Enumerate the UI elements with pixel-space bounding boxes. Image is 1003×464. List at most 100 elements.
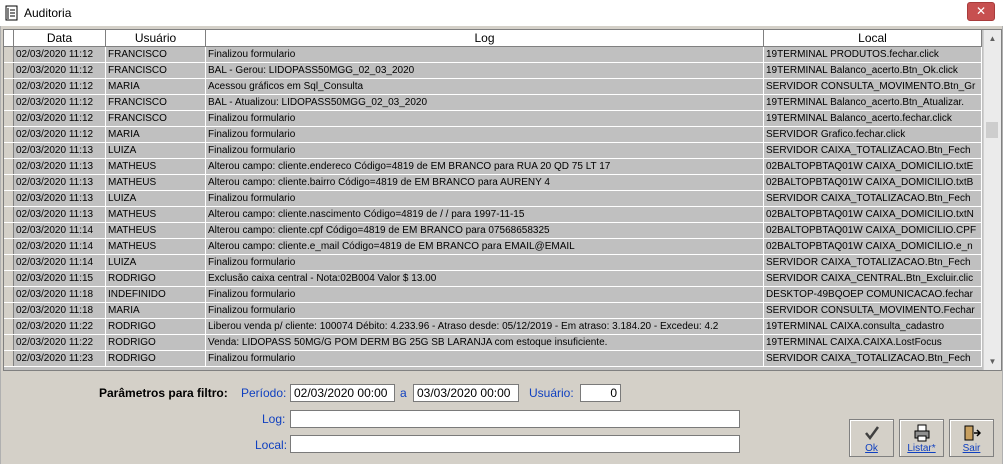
table-cell: MARIA (106, 79, 206, 94)
date-from-input[interactable]: 02/03/2020 00:00 (290, 384, 395, 402)
table-cell: Finalizou formulario (206, 303, 764, 318)
list-button[interactable]: Listar* (899, 419, 944, 457)
table-cell: Finalizou formulario (206, 111, 764, 126)
scroll-thumb[interactable] (986, 122, 998, 138)
table-cell: 02/03/2020 11:12 (14, 127, 106, 142)
table-cell: 02/03/2020 11:18 (14, 287, 106, 302)
row-indicator[interactable] (4, 191, 14, 206)
table-cell: SERVIDOR CONSULTA_MOVIMENTO.Btn_Gr (764, 79, 982, 94)
scroll-down-icon[interactable]: ▼ (984, 353, 1001, 370)
header-data[interactable]: Data (14, 30, 106, 47)
table-cell: RODRIGO (106, 335, 206, 350)
filter-title: Parâmetros para filtro: (99, 386, 228, 400)
table-row[interactable]: 02/03/2020 11:23 RODRIGO Finalizou formula… (4, 351, 982, 367)
table-row[interactable]: 02/03/2020 11:12 FRANCISCO Finalizou formu… (4, 111, 982, 127)
table-row[interactable]: 02/03/2020 11:18 MARIA Finalizou formulari… (4, 303, 982, 319)
table-cell: 19TERMINAL Balanco_acerto.Btn_Atualizar. (764, 95, 982, 110)
row-indicator[interactable] (4, 239, 14, 254)
user-input[interactable]: 0 (580, 384, 621, 402)
table-cell: MATHEUS (106, 175, 206, 190)
row-indicator[interactable] (4, 127, 14, 142)
table-cell: 02BALTOPBTAQ01W CAIXA_DOMICILIO.CPF (764, 223, 982, 238)
table-cell: 02/03/2020 11:12 (14, 79, 106, 94)
table-cell: SERVIDOR CAIXA_TOTALIZACAO.Btn_Fech (764, 143, 982, 158)
table-cell: 02/03/2020 11:18 (14, 303, 106, 318)
table-cell: SERVIDOR CAIXA_TOTALIZACAO.Btn_Fech (764, 351, 982, 366)
table-row[interactable]: 02/03/2020 11:12 FRANCISCO BAL - Gerou: LI… (4, 63, 982, 79)
checkmark-icon (864, 426, 879, 441)
title-bar: Auditoria ✕ (0, 0, 1003, 27)
log-label: Log: (262, 412, 286, 426)
row-indicator[interactable] (4, 255, 14, 270)
table-cell: 02BALTOPBTAQ01W CAIXA_DOMICILIO.txtN (764, 207, 982, 222)
row-indicator[interactable] (4, 47, 14, 62)
table-cell: 02/03/2020 11:12 (14, 47, 106, 62)
row-indicator[interactable] (4, 303, 14, 318)
row-indicator[interactable] (4, 319, 14, 334)
local-input[interactable] (290, 435, 740, 453)
row-indicator[interactable] (4, 223, 14, 238)
row-indicator[interactable] (4, 175, 14, 190)
table-cell: INDEFINIDO (106, 287, 206, 302)
table-cell: BAL - Gerou: LIDOPASS50MGG_02_03_2020 (206, 63, 764, 78)
ok-button[interactable]: Ok (849, 419, 894, 457)
table-row[interactable]: 02/03/2020 11:12 FRANCISCO Finalizou formu… (4, 47, 982, 63)
table-cell: 02/03/2020 11:14 (14, 223, 106, 238)
table-row[interactable]: 02/03/2020 11:22 RODRIGO Venda: LIDOPASS 5… (4, 335, 982, 351)
notebook-app-icon (5, 5, 18, 21)
table-row[interactable]: 02/03/2020 11:18 INDEFINIDO Finalizou form… (4, 287, 982, 303)
table-row[interactable]: 02/03/2020 11:13 MATHEUS Alterou campo: cl… (4, 159, 982, 175)
table-row[interactable]: 02/03/2020 11:22 RODRIGO Liberou venda p/ … (4, 319, 982, 335)
header-log[interactable]: Log (206, 30, 764, 47)
row-indicator[interactable] (4, 287, 14, 302)
row-indicator[interactable] (4, 111, 14, 126)
table-row[interactable]: 02/03/2020 11:13 MATHEUS Alterou campo: cl… (4, 175, 982, 191)
close-icon: ✕ (975, 4, 987, 18)
table-cell: 02/03/2020 11:13 (14, 175, 106, 190)
table-cell: LUIZA (106, 191, 206, 206)
table-cell: Finalizou formulario (206, 287, 764, 302)
row-indicator[interactable] (4, 63, 14, 78)
date-to-input[interactable]: 03/03/2020 00:00 (413, 384, 519, 402)
table-row[interactable]: 02/03/2020 11:13 MATHEUS Alterou campo: cl… (4, 207, 982, 223)
table-row[interactable]: 02/03/2020 11:12 MARIA Finalizou formulari… (4, 127, 982, 143)
row-indicator[interactable] (4, 143, 14, 158)
table-row[interactable]: 02/03/2020 11:12 MARIA Acessou gráficos em… (4, 79, 982, 95)
table-row[interactable]: 02/03/2020 11:14 MATHEUS Alterou campo: cl… (4, 239, 982, 255)
table-cell: Finalizou formulario (206, 191, 764, 206)
table-row[interactable]: 02/03/2020 11:15 RODRIGO Exclusão caixa ce… (4, 271, 982, 287)
table-cell: 19TERMINAL PRODUTOS.fechar.click (764, 47, 982, 62)
row-indicator[interactable] (4, 207, 14, 222)
row-indicator[interactable] (4, 95, 14, 110)
exit-button[interactable]: Sair (949, 419, 994, 457)
table-cell: 02/03/2020 11:13 (14, 143, 106, 158)
table-row[interactable]: 02/03/2020 11:13 LUIZA Finalizou formulari… (4, 143, 982, 159)
audit-grid[interactable]: Data Usuário Log Local 02/03/2020 11:12 F… (3, 29, 1002, 371)
row-indicator[interactable] (4, 271, 14, 286)
table-row[interactable]: 02/03/2020 11:13 LUIZA Finalizou formulari… (4, 191, 982, 207)
table-cell: 02/03/2020 11:12 (14, 95, 106, 110)
row-indicator[interactable] (4, 79, 14, 94)
table-cell: RODRIGO (106, 351, 206, 366)
header-usuario[interactable]: Usuário (106, 30, 206, 47)
table-cell: Exclusão caixa central - Nota:02B004 Val… (206, 271, 764, 286)
row-indicator[interactable] (4, 335, 14, 350)
table-row[interactable]: 02/03/2020 11:12 FRANCISCO BAL - Atualizou… (4, 95, 982, 111)
table-cell: 19TERMINAL Balanco_acerto.Btn_Ok.click (764, 63, 982, 78)
table-row[interactable]: 02/03/2020 11:14 MATHEUS Alterou campo: cl… (4, 223, 982, 239)
table-cell: Alterou campo: cliente.nascimento Código… (206, 207, 764, 222)
table-cell: RODRIGO (106, 319, 206, 334)
ok-button-label: Ok (865, 443, 878, 454)
scroll-up-icon[interactable]: ▲ (984, 30, 1001, 47)
vertical-scrollbar[interactable]: ▲ ▼ (983, 30, 1001, 370)
header-local[interactable]: Local (764, 30, 982, 47)
table-cell: 02/03/2020 11:22 (14, 319, 106, 334)
row-indicator[interactable] (4, 351, 14, 366)
table-cell: SERVIDOR CAIXA_TOTALIZACAO.Btn_Fech (764, 191, 982, 206)
log-input[interactable] (290, 410, 740, 428)
table-row[interactable]: 02/03/2020 11:14 LUIZA Finalizou formulari… (4, 255, 982, 271)
table-cell: Finalizou formulario (206, 47, 764, 62)
row-indicator[interactable] (4, 159, 14, 174)
close-button[interactable]: ✕ (967, 2, 995, 21)
header-indicator-cell (4, 30, 14, 47)
